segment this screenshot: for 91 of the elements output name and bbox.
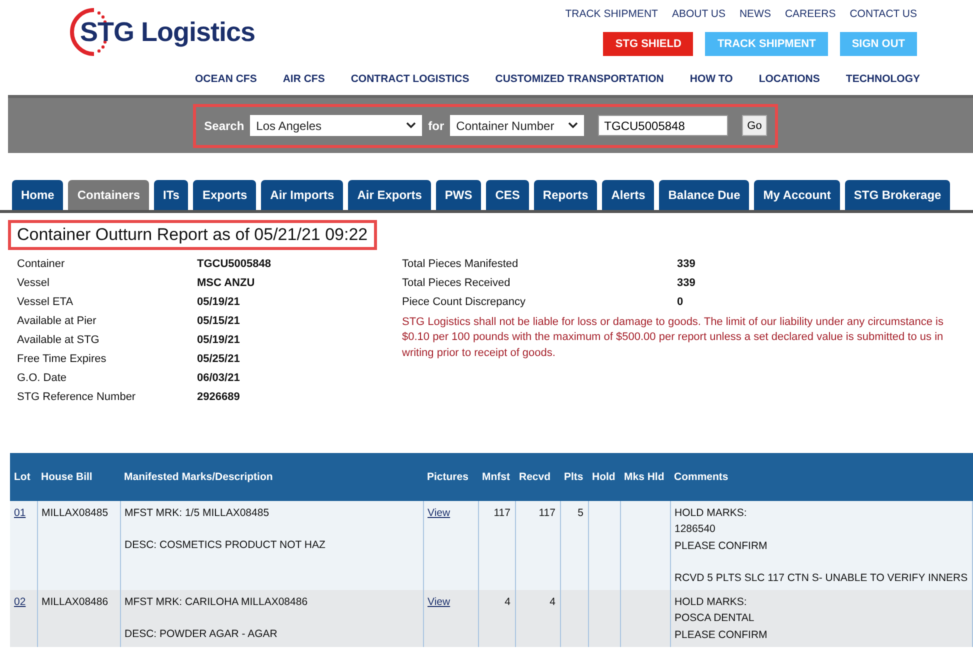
go-button[interactable]: Go xyxy=(742,115,767,136)
detail-label: Available at Pier xyxy=(17,315,98,327)
tab[interactable]: STG Brokerage xyxy=(844,180,950,210)
comment-line: POSCA DENTAL xyxy=(674,611,756,626)
tab[interactable]: PWS xyxy=(436,180,482,210)
tab[interactable]: CES xyxy=(486,180,529,210)
table-cell: 4 xyxy=(478,590,515,647)
comment-line: PLEASE CONFIRM xyxy=(674,628,768,643)
lot-link[interactable]: 01 xyxy=(14,507,26,519)
detail-value: MSC ANZU xyxy=(197,277,256,289)
column-header: House Bill xyxy=(37,453,120,501)
top-link[interactable]: ABOUT US xyxy=(672,8,726,20)
nav-link[interactable]: OCEAN CFS xyxy=(195,72,257,84)
comment-line: 1286540 xyxy=(674,522,716,538)
description-text: DESC: COSMETICS PRODUCT NOT HAZ xyxy=(124,538,326,554)
comment-line: PLEASE CONFIRM xyxy=(674,538,768,554)
nav-link[interactable]: LOCATIONS xyxy=(758,72,820,84)
top-link[interactable]: CONTACT US xyxy=(850,8,917,20)
marks-text: MFST MRK: CARILOHA MILLAX08486 xyxy=(124,595,309,610)
detail-value: 05/19/21 xyxy=(197,334,241,346)
detail-label: STG Reference Number xyxy=(17,391,137,403)
detail-value: 05/15/21 xyxy=(197,315,241,327)
location-select[interactable]: Los Angeles xyxy=(250,115,422,136)
detail-label: Vessel ETA xyxy=(17,296,74,308)
nav-link[interactable]: TECHNOLOGY xyxy=(846,72,920,84)
detail-label: Container xyxy=(17,258,66,270)
search-input[interactable]: TGCU5005848 xyxy=(598,115,728,136)
detail-value: 339 xyxy=(677,277,696,289)
column-header: Lot xyxy=(10,453,37,501)
detail-value: 05/19/21 xyxy=(197,296,241,308)
tab[interactable]: Air Imports xyxy=(261,180,344,210)
comment-line: RCVD 5 PLTS SLC 117 CTN S- UNABLE TO VERIFY INNERS xyxy=(674,570,968,586)
comment-line: HOLD MARKS: xyxy=(674,506,748,521)
view-link[interactable]: View xyxy=(428,507,450,519)
lot-link[interactable]: 02 xyxy=(14,596,26,608)
detail-value: 2926689 xyxy=(197,391,241,403)
report-title: Container Outturn Report as of 05/21/21 09:22 xyxy=(8,220,377,250)
detail-value: 0 xyxy=(677,296,684,308)
tab[interactable]: ITs xyxy=(154,180,188,210)
tab[interactable]: Exports xyxy=(193,180,256,210)
detail-label: Free Time Expires xyxy=(17,353,108,365)
liability-notice: STG Logistics shall not be liable for loss or damage to goods. The limit of our liability under any circumstance is $0.10 per 100 pounds with the maximum of $500.00 per report unless a set declared value is submitted to us in writing prior to receipt of goods. xyxy=(402,315,944,361)
nav-link[interactable]: CUSTOMIZED TRANSPORTATION xyxy=(495,72,664,84)
nav-link[interactable]: HOW TO xyxy=(690,72,733,84)
column-header: Mks Hld xyxy=(620,453,670,501)
column-header: Comments xyxy=(670,453,972,501)
detail-value: 06/03/21 xyxy=(197,372,241,384)
description-text: DESC: POWDER AGAR - AGAR xyxy=(124,627,278,642)
table-cell: 5 xyxy=(578,507,584,519)
column-header: Plts xyxy=(560,453,588,501)
table-cell: 117 xyxy=(478,501,515,590)
detail-label: Available at STG xyxy=(17,334,100,346)
tab[interactable]: Home xyxy=(12,180,64,210)
nav-link[interactable]: AIR CFS xyxy=(282,72,325,84)
column-header: Pictures xyxy=(423,453,478,501)
detail-value: 339 xyxy=(677,258,696,270)
tab[interactable]: Air Exports xyxy=(348,180,431,210)
table-cell: MILLAX08485 xyxy=(37,501,120,590)
comment-line: HOLD MARKS: xyxy=(674,595,748,610)
view-link[interactable]: View xyxy=(428,596,450,608)
type-select[interactable]: Container Number xyxy=(450,115,584,136)
header-button[interactable]: STG SHIELD xyxy=(603,32,694,56)
tab[interactable]: Containers xyxy=(68,180,150,210)
tab[interactable]: Balance Due xyxy=(659,180,750,210)
column-header: Hold xyxy=(588,453,620,501)
chevron-down-icon xyxy=(406,122,416,129)
nav-link[interactable]: CONTRACT LOGISTICS xyxy=(350,72,470,84)
table-cell: 117 xyxy=(515,501,560,590)
column-header: Mnfst xyxy=(478,453,515,501)
top-link[interactable]: TRACK SHIPMENT xyxy=(565,8,658,20)
detail-value: TGCU5005848 xyxy=(197,258,272,270)
detail-label: Vessel xyxy=(17,277,50,289)
table-cell: 4 xyxy=(515,590,560,647)
marks-text: MFST MRK: 1/5 MILLAX08485 xyxy=(124,506,270,521)
tab[interactable]: Alerts xyxy=(602,180,654,210)
chevron-down-icon xyxy=(568,122,578,129)
table-cell: MILLAX08486 xyxy=(37,590,120,647)
logo[interactable]: STG Logistics xyxy=(64,6,256,58)
column-header: Recvd xyxy=(515,453,560,501)
tab[interactable]: My Account xyxy=(754,180,840,210)
top-link[interactable]: CAREERS xyxy=(784,8,836,20)
detail-label: G.O. Date xyxy=(17,372,68,384)
for-label: for xyxy=(428,118,444,132)
detail-label: Piece Count Discrepancy xyxy=(402,296,527,308)
detail-value: 05/25/21 xyxy=(197,353,241,365)
column-header: Manifested Marks/Description xyxy=(120,453,423,501)
search-label: Search xyxy=(204,118,244,132)
top-link[interactable]: NEWS xyxy=(739,8,771,20)
detail-label: Total Pieces Manifested xyxy=(402,258,520,270)
tab[interactable]: Reports xyxy=(534,180,598,210)
detail-label: Total Pieces Received xyxy=(402,277,512,289)
